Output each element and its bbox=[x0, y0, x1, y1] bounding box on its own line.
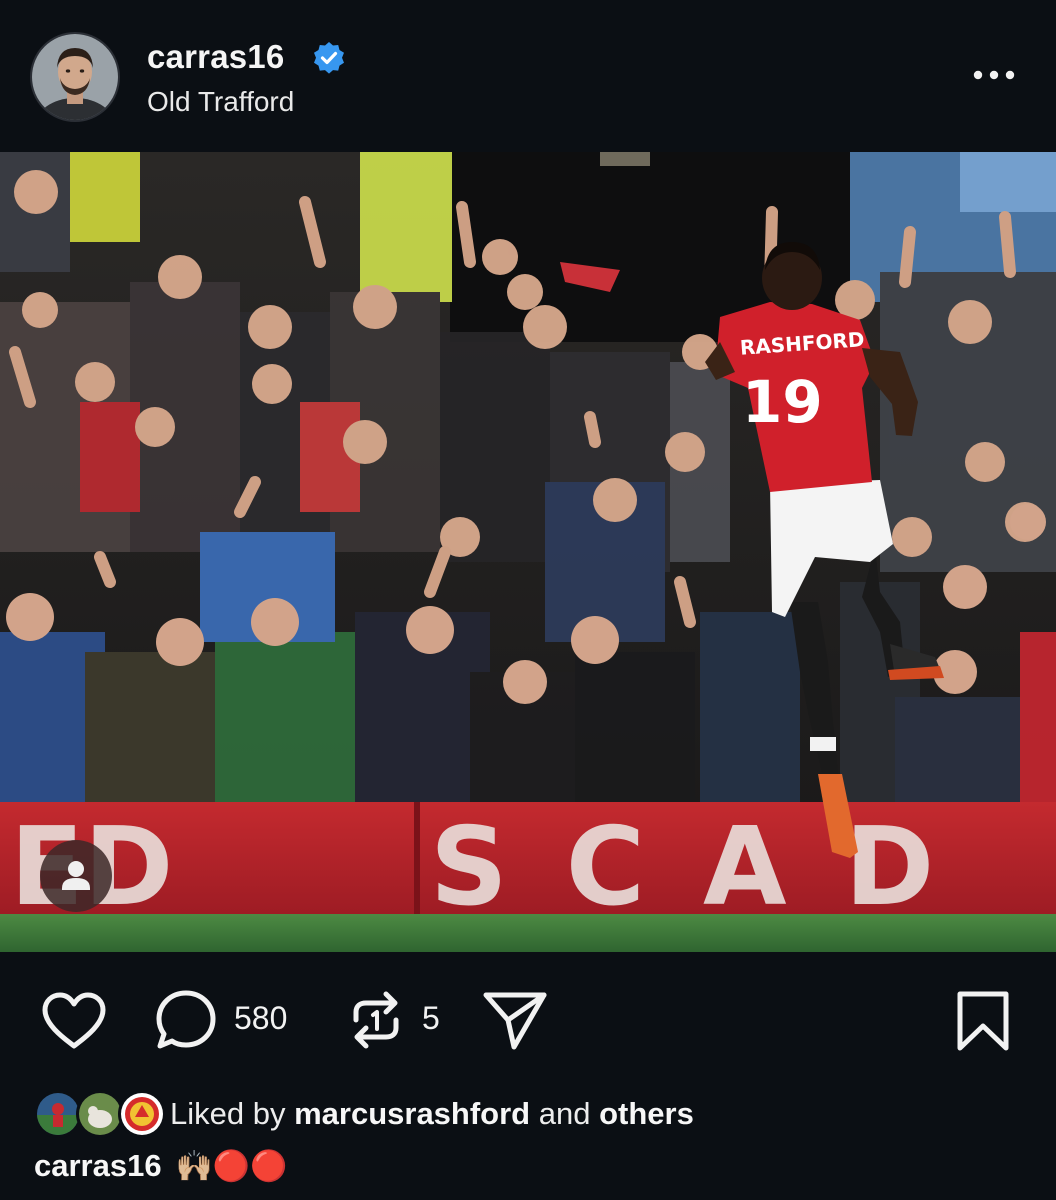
liker-avatar bbox=[76, 1090, 124, 1138]
liked-by-others[interactable]: others bbox=[599, 1096, 694, 1131]
comment-bubble-icon[interactable] bbox=[154, 988, 218, 1052]
liked-by-row[interactable]: Liked by marcusrashford and others bbox=[34, 1090, 1034, 1140]
post-header: carras16 Old Trafford bbox=[0, 0, 1056, 152]
repost-icon[interactable] bbox=[346, 988, 406, 1052]
post-caption: carras16 🙌🏼🔴🔴 bbox=[34, 1148, 288, 1184]
send-icon[interactable] bbox=[482, 990, 548, 1052]
caption-username[interactable]: carras16 bbox=[34, 1148, 162, 1183]
post-location[interactable]: Old Trafford bbox=[147, 86, 294, 118]
profile-avatar[interactable] bbox=[30, 32, 120, 122]
repost-count: 5 bbox=[422, 1000, 440, 1036]
liked-by-text: Liked by marcusrashford and others bbox=[170, 1096, 694, 1132]
post-photo-image: ED SCAD RASHFORD 19 bbox=[0, 152, 1056, 952]
verified-badge-icon bbox=[314, 42, 344, 74]
more-horizontal-icon[interactable] bbox=[968, 62, 1020, 88]
bookmark-icon[interactable] bbox=[956, 990, 1010, 1052]
heart-icon[interactable] bbox=[40, 990, 108, 1052]
liked-by-user[interactable]: marcusrashford bbox=[294, 1096, 530, 1131]
liker-avatar bbox=[34, 1090, 82, 1138]
liker-avatar bbox=[118, 1090, 166, 1138]
post-username[interactable]: carras16 bbox=[147, 38, 284, 76]
comment-count: 580 bbox=[234, 1000, 288, 1036]
profile-avatar-image bbox=[32, 34, 118, 120]
player-number-text: 19 bbox=[742, 368, 823, 436]
caption-text: 🙌🏼🔴🔴 bbox=[175, 1150, 288, 1183]
user-tag-icon bbox=[62, 861, 90, 890]
tag-people-button[interactable] bbox=[40, 840, 112, 912]
svg-text:SCAD: SCAD bbox=[430, 805, 992, 930]
liked-by-prefix: Liked by bbox=[170, 1096, 286, 1131]
liked-by-and: and bbox=[538, 1096, 591, 1131]
post-photo[interactable]: ED SCAD RASHFORD 19 bbox=[0, 152, 1056, 952]
